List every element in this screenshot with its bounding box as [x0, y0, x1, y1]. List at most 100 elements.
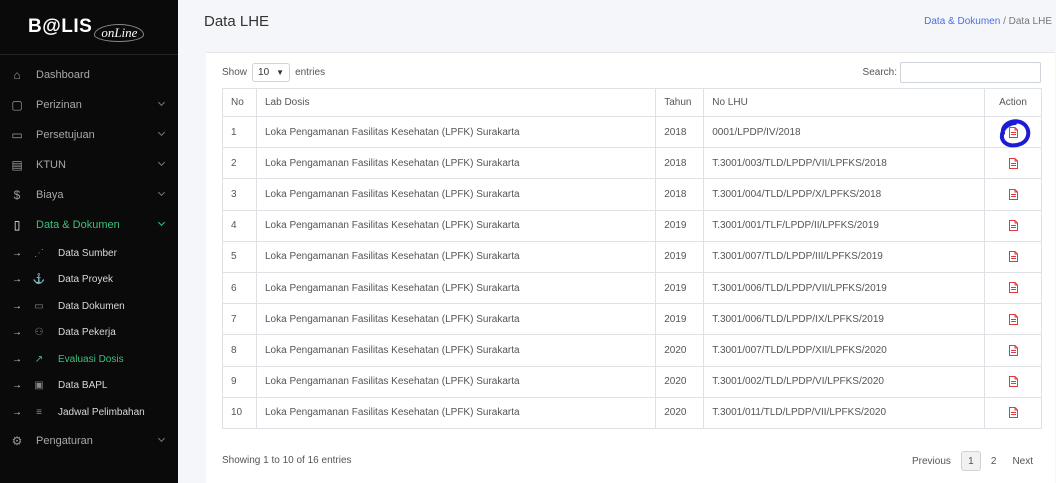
chevron-down-icon	[157, 188, 166, 197]
sidebar-item-label: Perizinan	[36, 99, 82, 111]
pagination-previous[interactable]: Previous	[904, 451, 959, 471]
row-no-cell: 4	[222, 209, 257, 242]
app-logo[interactable]: B@LIS onLine	[0, 0, 178, 55]
row-tahun-cell: 2020	[655, 396, 705, 429]
pdf-file-icon[interactable]	[1008, 407, 1018, 419]
chevron-down-icon: ▼	[276, 68, 285, 77]
pagination-page-2[interactable]: 2	[983, 451, 1005, 471]
table-row: 6 Loka Pengamanan Fasilitas Kesehatan (LP…	[222, 271, 1042, 305]
gear-icon: ⚙	[11, 433, 23, 448]
column-header-no[interactable]: No	[222, 88, 257, 117]
sidebar-subitem-data-bapl[interactable]: → ▣ Data BAPL	[0, 373, 178, 400]
row-tahun-cell: 2019	[655, 303, 705, 336]
sidebar-subitem-data-dokumen[interactable]: → ▭ Data Dokumen	[0, 293, 178, 320]
row-tahun-cell: 2020	[655, 334, 705, 367]
sidebar-subitem-data-sumber[interactable]: → ⋰ Data Sumber	[0, 240, 178, 267]
breadcrumb-separator: /	[1003, 16, 1006, 27]
table-body: 1 Loka Pengamanan Fasilitas Kesehatan (LP…	[222, 115, 1042, 429]
row-tahun-cell: 2019	[655, 240, 705, 273]
page-header: Data LHE Data & Dokumen / Data LHE	[178, 0, 1056, 45]
pdf-file-icon[interactable]	[1008, 220, 1018, 232]
sidebar-subitem-data-proyek[interactable]: → ⚓ Data Proyek	[0, 267, 178, 294]
sidebar-item-dashboard[interactable]: ⌂ Dashboard	[0, 60, 178, 90]
row-no-cell: 1	[222, 115, 257, 149]
table-row: 10 Loka Pengamanan Fasilitas Kesehatan (L…	[222, 396, 1042, 429]
row-no-lhu-cell: T.3001/007/TLD/LPDP/XII/LPFKS/2020	[703, 334, 985, 367]
column-header-action[interactable]: Action	[984, 88, 1042, 117]
sidebar-item-persetujuan[interactable]: ▭ Persetujuan	[0, 120, 178, 150]
chevron-down-icon	[157, 434, 166, 442]
table-info: Showing 1 to 10 of 16 entries	[222, 455, 352, 466]
column-header-tahun[interactable]: Tahun	[655, 88, 705, 117]
row-lab-dosis-cell: Loka Pengamanan Fasilitas Kesehatan (LPF…	[255, 178, 657, 211]
entries-select[interactable]: 10 ▼	[252, 63, 291, 82]
row-lab-dosis-cell: Loka Pengamanan Fasilitas Kesehatan (LPF…	[255, 209, 657, 242]
column-header-no-lhu[interactable]: No LHU	[703, 88, 985, 117]
row-lab-dosis-cell: Loka Pengamanan Fasilitas Kesehatan (LPF…	[255, 365, 657, 398]
sidebar-subitem-label: Data Proyek	[58, 274, 114, 286]
logo-sub-text: onLine	[94, 24, 145, 42]
row-lab-dosis-cell: Loka Pengamanan Fasilitas Kesehatan (LPF…	[255, 240, 657, 273]
calendar-icon: ▣	[34, 380, 44, 392]
search-input[interactable]	[900, 62, 1041, 83]
pagination-page-1[interactable]: 1	[960, 451, 981, 471]
pdf-file-icon[interactable]	[1008, 344, 1018, 356]
sidebar-subitem-label: Data Sumber	[58, 247, 117, 259]
sidebar-item-ktun[interactable]: ▤ KTUN	[0, 150, 178, 180]
row-tahun-cell: 2019	[655, 209, 705, 242]
sidebar-item-biaya[interactable]: $ Biaya	[0, 180, 178, 210]
row-no-lhu-cell: T.3001/006/TLD/LPDP/IX/LPFKS/2019	[703, 303, 985, 336]
sidebar-subitem-evaluasi-dosis[interactable]: → ↗ Evaluasi Dosis	[0, 346, 178, 373]
row-lab-dosis-cell: Loka Pengamanan Fasilitas Kesehatan (LPF…	[255, 396, 657, 429]
row-no-lhu-cell: T.3001/003/TLD/LPDP/VII/LPFKS/2018	[703, 147, 985, 180]
pagination-next[interactable]: Next	[1004, 451, 1041, 471]
pdf-file-icon[interactable]	[1008, 282, 1018, 294]
table-row: 3 Loka Pengamanan Fasilitas Kesehatan (LP…	[222, 178, 1042, 211]
sidebar-item-label: Dashboard	[36, 69, 90, 81]
pagination: Previous 1 2 Next	[904, 451, 1041, 471]
search-label: Search:	[862, 67, 897, 78]
pdf-file-icon[interactable]	[1008, 251, 1018, 263]
row-tahun-cell: 2020	[655, 365, 705, 398]
folder-icon: ▭	[34, 300, 44, 312]
pdf-file-icon[interactable]	[1008, 188, 1018, 200]
row-no-lhu-cell: 0001/LPDP/IV/2018	[703, 115, 985, 149]
sidebar-subitem-label: Data Dokumen	[58, 300, 125, 312]
arrow-right-icon: →	[12, 274, 22, 286]
row-action-cell	[984, 178, 1042, 211]
arrow-right-icon: →	[12, 380, 22, 392]
sidebar-item-pengaturan[interactable]: ⚙ Pengaturan	[0, 426, 178, 456]
card-icon: ▤	[11, 158, 23, 172]
pdf-file-icon[interactable]	[1008, 157, 1018, 169]
table-row: 2 Loka Pengamanan Fasilitas Kesehatan (LP…	[222, 147, 1042, 180]
anchor-icon: ⚓	[32, 274, 46, 286]
row-no-cell: 3	[222, 178, 257, 211]
column-header-lab-dosis[interactable]: Lab Dosis	[255, 88, 657, 117]
sidebar-subitem-label: Data Pekerja	[58, 327, 116, 339]
arrow-right-icon: →	[12, 327, 22, 339]
pdf-file-icon[interactable]	[1008, 313, 1018, 325]
table-row: 4 Loka Pengamanan Fasilitas Kesehatan (LP…	[222, 209, 1042, 242]
sidebar: B@LIS onLine ⌂ Dashboard ▢ Perizinan ▭ P…	[0, 0, 178, 483]
entries-label: entries	[295, 67, 326, 78]
sidebar-item-label: Data & Dokumen	[36, 219, 120, 231]
sidebar-item-perizinan[interactable]: ▢ Perizinan	[0, 90, 178, 120]
pdf-file-icon[interactable]	[1008, 376, 1018, 388]
row-no-cell: 8	[222, 334, 257, 367]
row-lab-dosis-cell: Loka Pengamanan Fasilitas Kesehatan (LPF…	[255, 115, 657, 149]
row-lab-dosis-cell: Loka Pengamanan Fasilitas Kesehatan (LPF…	[255, 271, 657, 305]
row-no-cell: 7	[222, 303, 257, 336]
row-action-cell	[984, 271, 1042, 305]
sidebar-subitem-jadwal-pelimbahan[interactable]: → ≡ Jadwal Pelimbahan	[0, 399, 178, 426]
sidebar-item-data-dokumen[interactable]: ▯ Data & Dokumen	[0, 210, 178, 240]
sidebar-subitem-data-pekerja[interactable]: → ⚇ Data Pekerja	[0, 320, 178, 347]
pdf-file-icon[interactable]	[1008, 126, 1018, 138]
breadcrumb-link-data-dokumen[interactable]: Data & Dokumen	[924, 16, 1000, 27]
row-tahun-cell: 2018	[655, 147, 705, 180]
row-no-lhu-cell: T.3001/006/TLD/LPDP/VII/LPFKS/2019	[703, 271, 985, 305]
row-tahun-cell: 2019	[655, 271, 705, 305]
row-no-lhu-cell: T.3001/004/TLD/LPDP/X/LPFKS/2018	[703, 178, 985, 211]
rss-icon: ⋰	[34, 247, 44, 259]
chevron-down-icon	[157, 98, 166, 107]
sidebar-menu: ⌂ Dashboard ▢ Perizinan ▭ Persetujuan ▤ …	[0, 55, 178, 456]
